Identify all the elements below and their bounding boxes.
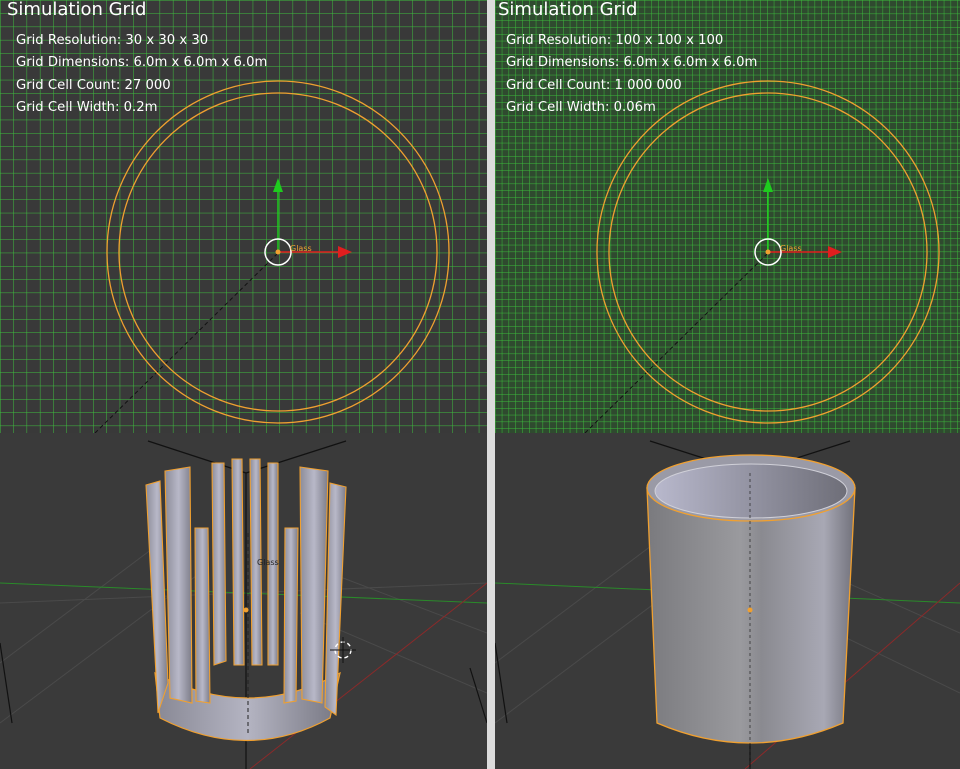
object-origin [748,608,753,613]
viewport-bottom-right[interactable] [495,433,960,769]
grid-dimensions: Grid Dimensions: 6.0m x 6.0m x 6.0m [506,52,757,74]
panel-title: Simulation Grid [498,0,637,20]
grid-cell-count: Grid Cell Count: 1 000 000 [506,75,757,97]
panel-title: Simulation Grid [7,0,146,20]
grid-info: Grid Resolution: 30 x 30 x 30 Grid Dimen… [16,30,267,119]
object-label: Glass [780,244,802,253]
viewport-top-right[interactable]: Glass Simulation Grid Grid Resolution: 1… [495,0,960,433]
grid-cell-width: Grid Cell Width: 0.2m [16,97,267,119]
perspective-scene-fine [495,433,960,769]
perspective-scene-coarse: Glass [0,433,487,769]
grid-resolution: Grid Resolution: 100 x 100 x 100 [506,30,757,52]
viewport-divider[interactable] [487,0,495,769]
object-label: Glass [290,244,312,253]
grid-resolution: Grid Resolution: 30 x 30 x 30 [16,30,267,52]
mesh-label: Glass [257,558,279,567]
grid-cell-count: Grid Cell Count: 27 000 [16,75,267,97]
viewport-bottom-left[interactable]: Glass [0,433,487,769]
grid-info: Grid Resolution: 100 x 100 x 100 Grid Di… [506,30,757,119]
viewport-top-left[interactable]: Glass Simulation Grid Grid Resolution: 3… [0,0,487,433]
grid-dimensions: Grid Dimensions: 6.0m x 6.0m x 6.0m [16,52,267,74]
object-origin [244,608,249,613]
glass-body [647,488,855,743]
grid-cell-width: Grid Cell Width: 0.06m [506,97,757,119]
